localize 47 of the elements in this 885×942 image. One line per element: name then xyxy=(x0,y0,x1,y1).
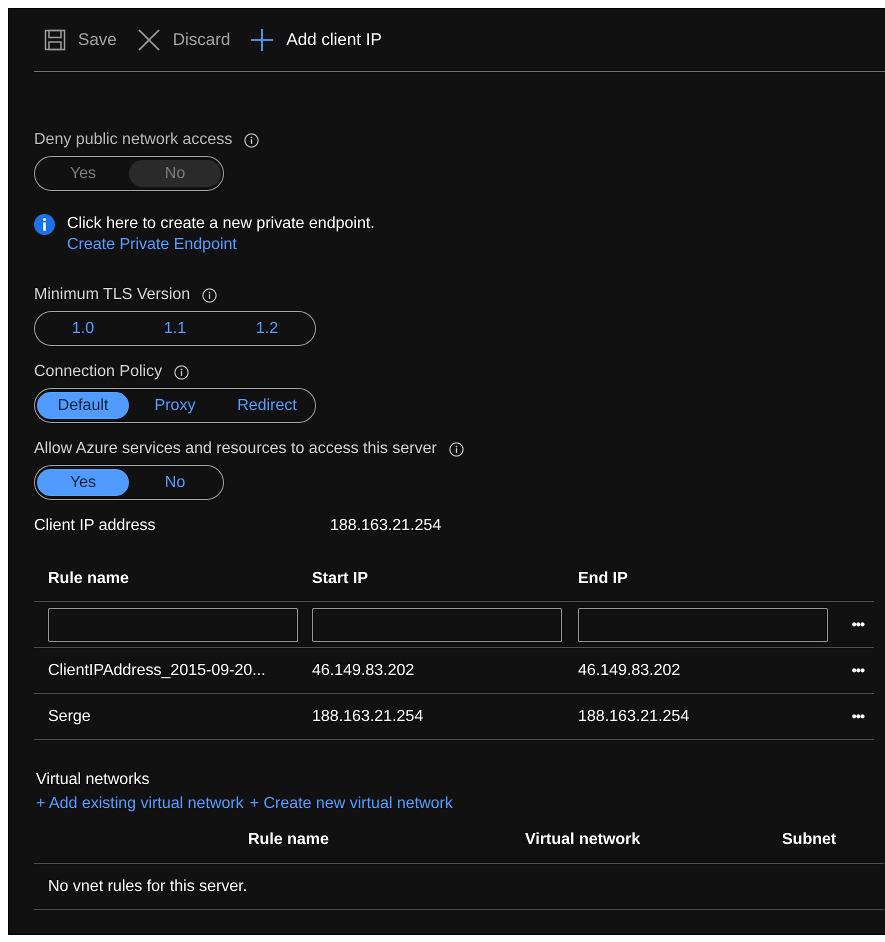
field-label: Deny public network access xyxy=(34,130,232,150)
info-icon[interactable] xyxy=(202,288,218,302)
table-cell-text: ClientIPAddress_2015-09-20... xyxy=(48,660,267,680)
field-label: Minimum TLS Version xyxy=(34,285,190,305)
column-header: Rule name xyxy=(48,568,130,588)
save-icon xyxy=(44,28,66,50)
column-header: Start IP xyxy=(312,568,370,588)
close-icon xyxy=(136,28,161,52)
column-header: Subnet xyxy=(782,830,838,850)
input-field[interactable] xyxy=(48,608,298,642)
more-button[interactable]: ••• xyxy=(828,660,885,681)
input-field[interactable] xyxy=(312,608,562,642)
toolbar-button[interactable]: Add client IP xyxy=(250,26,382,52)
segment-option[interactable]: Default xyxy=(37,392,129,419)
segment-option[interactable]: 1.1 xyxy=(129,315,221,342)
info-icon xyxy=(34,214,55,235)
vnet-link[interactable]: + Add existing virtual network xyxy=(36,792,244,816)
field-label: Connection Policy xyxy=(34,362,162,382)
field-label: Allow Azure services and resources to access this server xyxy=(34,439,437,459)
info-icon[interactable] xyxy=(448,442,464,456)
info-message: Click here to create a new private endpoint. xyxy=(67,214,375,234)
vnet-link[interactable]: + Create new virtual network xyxy=(250,792,453,816)
section-title: Virtual networks xyxy=(36,770,151,790)
column-header: Rule name xyxy=(248,830,330,850)
more-button[interactable]: ••• xyxy=(828,706,885,727)
segment-option[interactable]: 1.0 xyxy=(37,315,129,342)
segment-option[interactable]: Proxy xyxy=(129,392,221,419)
segment-option[interactable]: Redirect xyxy=(221,392,313,419)
field-label: Client IP address xyxy=(34,516,157,536)
table-cell-text: 188.163.21.254 xyxy=(312,706,424,726)
column-header: End IP xyxy=(578,568,629,588)
input-field[interactable] xyxy=(578,608,828,642)
empty-message: No vnet rules for this server. xyxy=(48,876,248,896)
table-cell-text: 46.149.83.202 xyxy=(578,660,682,680)
more-button[interactable]: ••• xyxy=(828,614,885,635)
segment-option[interactable]: 1.2 xyxy=(221,315,313,342)
info-icon[interactable] xyxy=(174,364,190,380)
segment-option[interactable]: Yes xyxy=(37,469,129,496)
table-cell-text: 188.163.21.254 xyxy=(578,706,690,726)
segment-option[interactable]: No xyxy=(129,469,221,496)
info-icon[interactable] xyxy=(244,132,260,148)
table-cell-text: Serge xyxy=(48,706,92,726)
client-ip-value: 188.163.21.254 xyxy=(330,516,442,536)
plus-icon xyxy=(250,28,274,52)
table-cell-text: 46.149.83.202 xyxy=(312,660,416,680)
column-header: Virtual network xyxy=(525,830,642,850)
create-endpoint-link[interactable]: Create Private Endpoint xyxy=(67,234,375,255)
